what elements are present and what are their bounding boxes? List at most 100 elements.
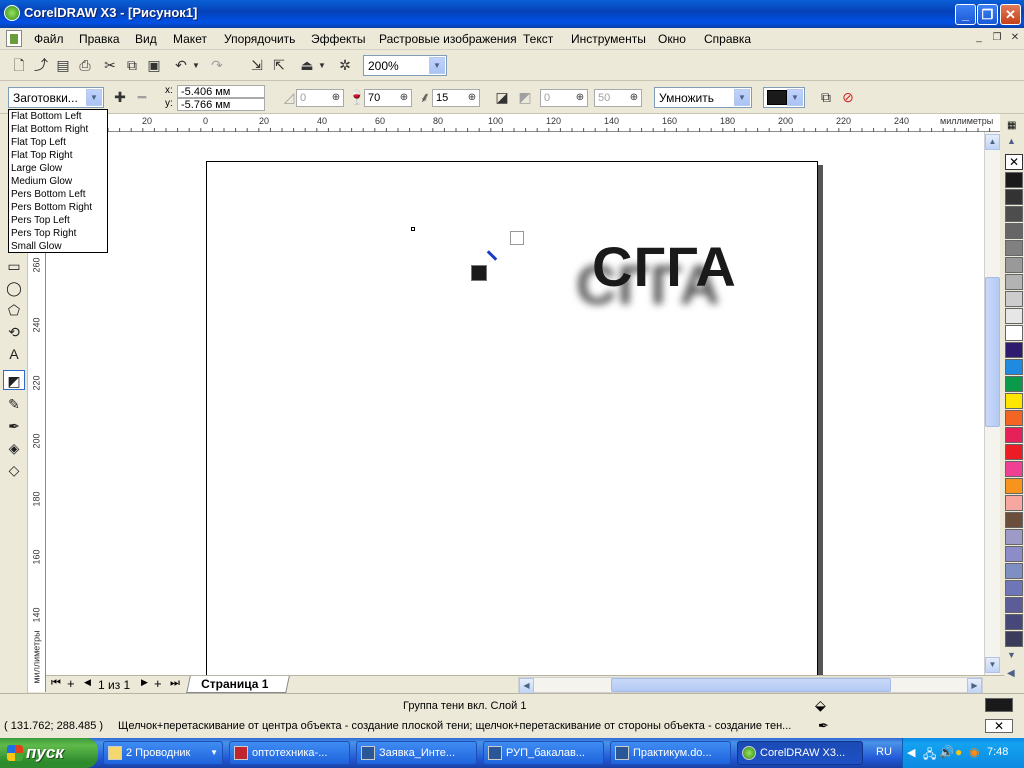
outline-tool-icon[interactable]: ✒ bbox=[3, 416, 25, 436]
menu-help[interactable]: Справка bbox=[704, 32, 751, 46]
color-swatch[interactable] bbox=[1005, 308, 1023, 324]
shadow-opacity-field[interactable]: 70 ⊕ bbox=[364, 89, 412, 107]
color-swatch[interactable] bbox=[1005, 376, 1023, 392]
shadow-start-handle[interactable] bbox=[510, 231, 524, 245]
import-icon[interactable]: ⇲ bbox=[246, 55, 268, 77]
menu-edit[interactable]: Правка bbox=[79, 32, 120, 46]
color-swatch[interactable] bbox=[1005, 325, 1023, 341]
ellipse-tool-icon[interactable]: ◯ bbox=[3, 278, 25, 298]
color-swatch[interactable] bbox=[1005, 359, 1023, 375]
y-position-field[interactable]: -5.766 мм bbox=[177, 98, 265, 111]
interactive-fill-tool-icon[interactable]: ◇ bbox=[3, 460, 25, 480]
shadow-color-picker[interactable]: ▼ bbox=[763, 87, 805, 108]
horizontal-ruler[interactable]: 20 0 20 40 60 80 100 120 140 160 180 200… bbox=[44, 114, 1000, 132]
text-tool-icon[interactable]: A bbox=[3, 344, 25, 364]
undo-icon[interactable]: ↶ bbox=[170, 55, 192, 77]
rectangle-tool-icon[interactable]: ▭ bbox=[3, 256, 25, 276]
export-icon[interactable]: ⇱ bbox=[268, 55, 290, 77]
drawing-canvas[interactable]: СГГА СГГА bbox=[46, 132, 984, 675]
basic-shapes-tool-icon[interactable]: ⟲ bbox=[3, 322, 25, 342]
save-icon[interactable]: ▤ bbox=[52, 55, 74, 77]
color-swatch[interactable] bbox=[1005, 291, 1023, 307]
palette-scroll-up-icon[interactable]: ▲ bbox=[1007, 136, 1016, 146]
application-launcher-icon[interactable]: ⏏ bbox=[296, 55, 318, 77]
list-item[interactable]: Pers Bottom Left bbox=[11, 189, 85, 200]
open-icon[interactable]: ⤴ bbox=[30, 55, 52, 77]
clear-shadow-icon[interactable]: ⊘ bbox=[837, 87, 859, 109]
minimize-button[interactable]: _ bbox=[955, 4, 976, 25]
maximize-button[interactable]: ❐ bbox=[977, 4, 998, 25]
paste-icon[interactable]: ▣ bbox=[143, 55, 165, 77]
spin-icon[interactable]: ⊕ bbox=[398, 91, 410, 105]
x-position-field[interactable]: -5.406 мм bbox=[177, 85, 265, 98]
tab-page-1[interactable]: Страница 1 bbox=[186, 676, 290, 693]
doc-restore-button[interactable]: ❐ bbox=[989, 31, 1005, 46]
spin-icon[interactable]: ⊕ bbox=[628, 91, 640, 105]
color-swatch[interactable] bbox=[1005, 427, 1023, 443]
color-swatch[interactable] bbox=[1005, 631, 1023, 647]
task-pdf[interactable]: оптотехника-... bbox=[229, 741, 350, 765]
color-swatch[interactable] bbox=[1005, 597, 1023, 613]
color-swatch[interactable] bbox=[1005, 529, 1023, 545]
language-indicator[interactable]: RU bbox=[876, 746, 892, 758]
next-page-icon[interactable]: ▶ bbox=[141, 677, 148, 688]
antivirus-icon[interactable]: ● bbox=[955, 745, 962, 759]
horizontal-scrollbar[interactable]: ◀ ▶ bbox=[518, 677, 983, 694]
shadow-feather-field[interactable]: 15 ⊕ bbox=[432, 89, 480, 107]
color-swatch[interactable] bbox=[1005, 189, 1023, 205]
task-word-practicum[interactable]: Практикум.do... bbox=[610, 741, 731, 765]
blend-mode-combo[interactable]: Умножить ▼ bbox=[654, 87, 752, 108]
scroll-left-icon[interactable]: ◀ bbox=[519, 678, 534, 694]
list-item[interactable]: Flat Bottom Left bbox=[11, 111, 82, 122]
task-explorer[interactable]: 2 Проводник ▼ bbox=[103, 741, 223, 765]
spin-icon[interactable]: ⊕ bbox=[574, 91, 586, 105]
page[interactable]: СГГА СГГА bbox=[206, 161, 818, 675]
document-icon[interactable] bbox=[6, 30, 22, 47]
redo-icon[interactable]: ↷ bbox=[206, 55, 228, 77]
feather-edges-icon[interactable]: ◩ bbox=[514, 87, 536, 109]
color-swatch[interactable] bbox=[1005, 223, 1023, 239]
volume-icon[interactable]: 🔊 bbox=[939, 745, 954, 759]
color-swatch[interactable] bbox=[1005, 257, 1023, 273]
interactive-shadow-tool-icon[interactable]: ◩ bbox=[3, 370, 25, 390]
fill-color-indicator[interactable] bbox=[985, 698, 1013, 712]
network-icon[interactable]: 🖧 bbox=[923, 745, 936, 766]
color-swatch[interactable] bbox=[1005, 444, 1023, 460]
tray-expand-icon[interactable]: ◀ bbox=[907, 746, 915, 759]
launcher-dropdown-icon[interactable]: ▼ bbox=[316, 55, 328, 77]
menu-file[interactable]: Файл bbox=[34, 32, 64, 46]
no-color-swatch[interactable]: ✕ bbox=[1005, 154, 1023, 170]
shadow-fade-field[interactable]: 50 ⊕ bbox=[594, 89, 642, 107]
color-swatch[interactable] bbox=[1005, 410, 1023, 426]
presets-combo[interactable]: Заготовки... ▼ bbox=[8, 87, 104, 108]
outline-color-indicator[interactable]: ✕ bbox=[985, 719, 1013, 733]
eyedropper-tool-icon[interactable]: ✎ bbox=[3, 394, 25, 414]
color-swatch[interactable] bbox=[1005, 478, 1023, 494]
color-swatch[interactable] bbox=[1005, 172, 1023, 188]
shadow-end-handle[interactable] bbox=[471, 265, 487, 281]
color-swatch[interactable] bbox=[1005, 342, 1023, 358]
start-button[interactable]: пуск bbox=[0, 738, 98, 768]
chevron-down-icon[interactable]: ▼ bbox=[429, 57, 445, 74]
polygon-tool-icon[interactable]: ⬠ bbox=[3, 300, 25, 320]
remove-preset-icon[interactable]: ━ bbox=[131, 87, 153, 109]
menu-text[interactable]: Текст bbox=[523, 32, 553, 46]
feather-direction-icon[interactable]: ◪ bbox=[491, 87, 513, 109]
menu-window[interactable]: Окно bbox=[658, 32, 686, 46]
scroll-thumb[interactable] bbox=[611, 678, 891, 692]
close-button[interactable]: ✕ bbox=[1000, 4, 1021, 25]
palette-menu-icon[interactable]: ▦ bbox=[1007, 120, 1016, 131]
menu-tools[interactable]: Инструменты bbox=[571, 32, 646, 46]
zoom-combo[interactable]: 200% ▼ bbox=[363, 55, 447, 76]
copy-icon[interactable]: ⧉ bbox=[121, 55, 143, 77]
canvas-text-object[interactable]: СГГА bbox=[592, 234, 737, 299]
vertical-scrollbar[interactable]: ▲ ▼ bbox=[984, 132, 1000, 675]
task-coreldraw[interactable]: CorelDRAW X3... bbox=[737, 741, 863, 765]
fill-tool-icon[interactable]: ◈ bbox=[3, 438, 25, 458]
list-item[interactable]: Flat Bottom Right bbox=[11, 124, 88, 135]
spin-icon[interactable]: ⊕ bbox=[466, 91, 478, 105]
color-swatch[interactable] bbox=[1005, 206, 1023, 222]
palette-expand-icon[interactable]: ◀ bbox=[1007, 668, 1015, 679]
task-word-rup[interactable]: РУП_бакалав... bbox=[483, 741, 604, 765]
color-swatch[interactable] bbox=[1005, 393, 1023, 409]
